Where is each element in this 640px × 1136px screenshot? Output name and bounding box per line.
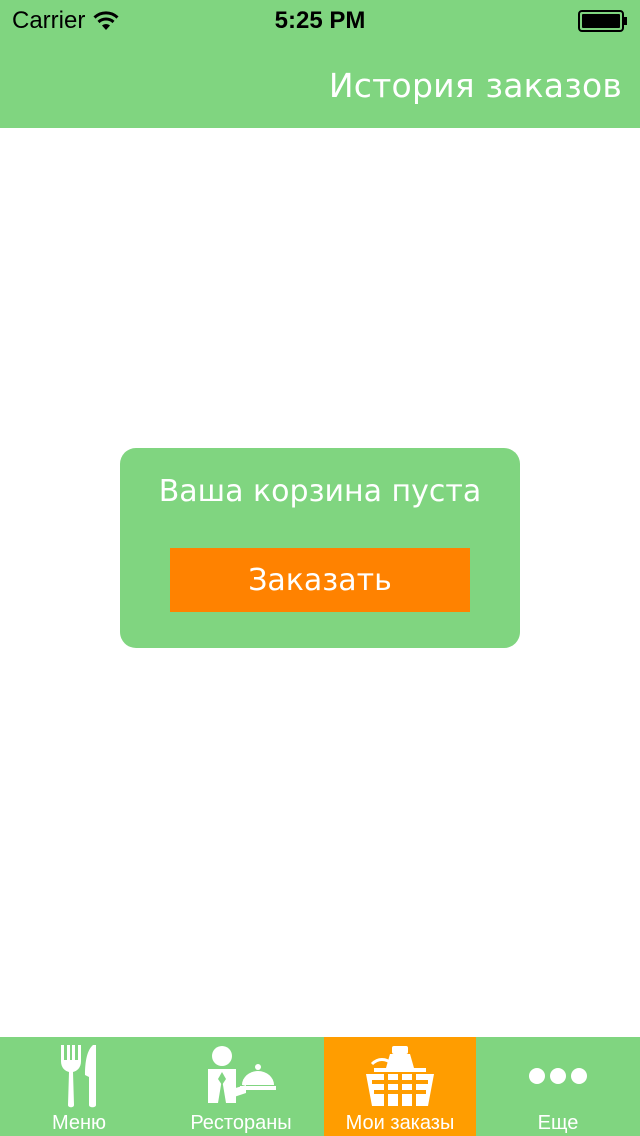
header: Carrier 5:25 PM История заказов [0,0,640,128]
tab-menu-label: Меню [51,1112,107,1134]
status-bar: Carrier 5:25 PM [0,0,640,40]
order-button[interactable]: Заказать [170,548,470,612]
battery-icon [578,10,628,32]
tab-bar: Меню Рестораны Мои заказы Еще [0,1037,640,1136]
status-time: 5:25 PM [274,7,366,34]
page-title: История заказов [328,66,622,105]
empty-cart-message: Ваша корзина пуста [158,474,482,509]
tab-my-orders[interactable]: Мои заказы [324,1037,476,1136]
more-dots-icon [476,1043,640,1109]
fork-knife-icon [0,1043,158,1109]
empty-cart-card: Ваша корзина пуста Заказать [120,448,520,648]
basket-icon [324,1043,476,1109]
tab-restaurants[interactable]: Рестораны [158,1037,324,1136]
tab-more-label: Еще [537,1112,579,1134]
tab-menu[interactable]: Меню [0,1037,158,1136]
tab-more[interactable]: Еще [476,1037,640,1136]
waiter-cloche-icon [158,1043,324,1109]
tab-my-orders-label: Мои заказы [345,1112,455,1134]
tab-restaurants-label: Рестораны [190,1112,292,1134]
